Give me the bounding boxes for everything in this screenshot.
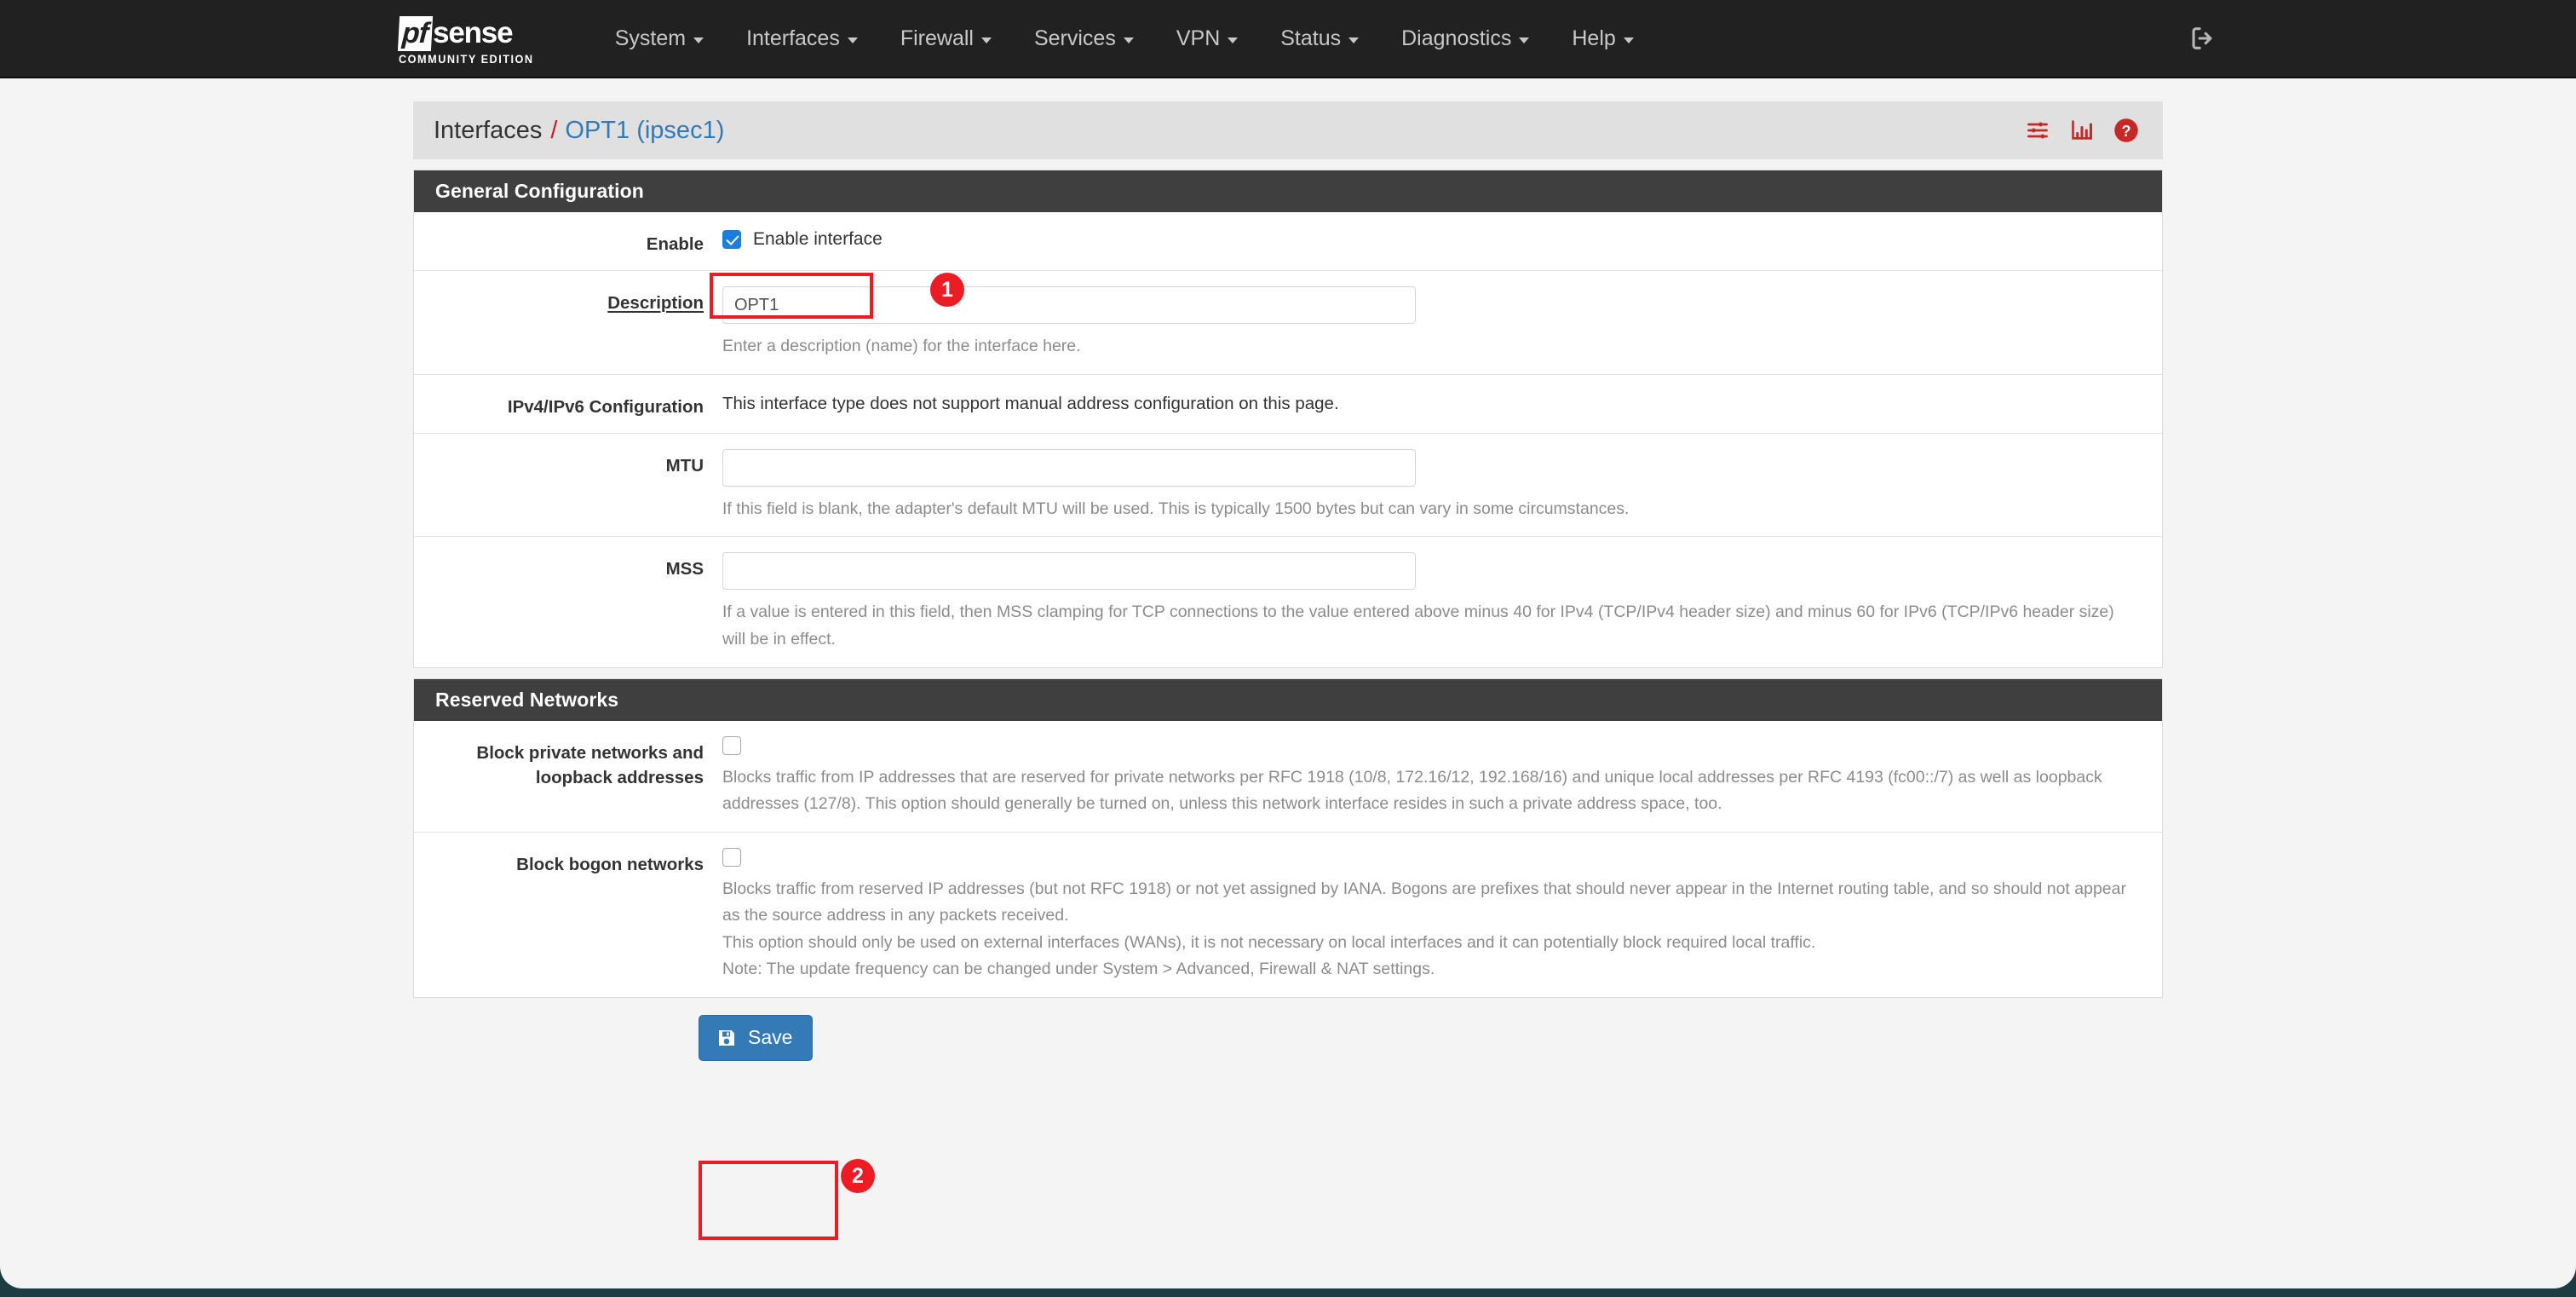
mtu-input[interactable] xyxy=(722,448,1416,487)
top-navigation-bar: pf sense COMMUNITY EDITION System Interf… xyxy=(0,0,2576,78)
sliders-icon[interactable] xyxy=(2025,118,2050,142)
nav-item-help[interactable]: Help xyxy=(1550,26,1654,51)
annotation-badge-2: 2 xyxy=(841,1159,875,1193)
help-mss: If a value is entered in this field, the… xyxy=(722,602,2114,648)
breadcrumb-parent[interactable]: Interfaces xyxy=(434,117,542,145)
form-actions: Save xyxy=(413,1015,2163,1061)
chevron-down-icon xyxy=(1519,37,1530,43)
nav-item-services[interactable]: Services xyxy=(1013,26,1155,51)
nav-item-system[interactable]: System xyxy=(594,26,725,51)
row-ip-configuration: IPv4/IPv6 Configuration This interface t… xyxy=(414,375,2162,434)
breadcrumb-trail: Interfaces / OPT1 (ipsec1) xyxy=(434,117,724,145)
nav-label: System xyxy=(614,26,687,50)
label-enable: Enable xyxy=(646,234,704,254)
annotation-box-2 xyxy=(699,1161,838,1240)
description-input[interactable] xyxy=(722,286,1416,325)
pfsense-logo[interactable]: pf sense COMMUNITY EDITION xyxy=(397,0,543,78)
help-circle-icon[interactable]: ? xyxy=(2113,118,2139,143)
enable-interface-checkbox[interactable] xyxy=(722,230,741,249)
label-mtu: MTU xyxy=(665,455,704,476)
label-block-private: Block private networks and loopback addr… xyxy=(476,742,704,787)
breadcrumb-separator: / xyxy=(550,116,558,144)
field-block-private: Blocks traffic from IP addresses that ar… xyxy=(722,735,2162,818)
svg-text:?: ? xyxy=(2121,123,2130,140)
help-block-bogon-2: This option should only be used on exter… xyxy=(722,932,1816,952)
field-block-bogon: Blocks traffic from reserved IP addresse… xyxy=(722,847,2162,983)
row-mss: MSS If a value is entered in this field,… xyxy=(414,537,2162,666)
nav-item-interfaces[interactable]: Interfaces xyxy=(725,26,879,51)
nav-label: Interfaces xyxy=(746,26,840,50)
ip-configuration-text: This interface type does not support man… xyxy=(722,393,1339,413)
enable-interface-checkbox-row[interactable]: Enable interface xyxy=(722,228,2142,250)
brand-subtitle: COMMUNITY EDITION xyxy=(399,53,534,66)
panel-heading-reserved: Reserved Networks xyxy=(414,678,2162,721)
reserved-networks-panel: Reserved Networks Block private networks… xyxy=(413,677,2163,998)
breadcrumb-current[interactable]: OPT1 (ipsec1) xyxy=(565,117,724,145)
pf-logo-text: sense xyxy=(433,16,513,49)
bar-chart-icon[interactable] xyxy=(2069,118,2095,142)
save-button-label: Save xyxy=(748,1026,793,1048)
help-block-private: Blocks traffic from IP addresses that ar… xyxy=(722,767,2102,814)
panel-heading-general: General Configuration xyxy=(414,170,2162,212)
field-mtu: If this field is blank, the adapter's de… xyxy=(722,448,2162,523)
nav-item-firewall[interactable]: Firewall xyxy=(879,26,1013,51)
pf-logo-mark: pf xyxy=(397,15,434,51)
help-mtu: If this field is blank, the adapter's de… xyxy=(722,499,1630,518)
row-description: Description Enter a description (name) f… xyxy=(414,271,2162,375)
page-content: Interfaces / OPT1 (ipsec1) ? General Con… xyxy=(0,101,2576,1061)
chevron-down-icon xyxy=(693,37,704,43)
field-mss: If a value is entered in this field, the… xyxy=(722,552,2162,653)
chevron-down-icon xyxy=(1623,37,1634,43)
field-description: Enter a description (name) for the inter… xyxy=(722,286,2162,360)
field-ip-configuration: This interface type does not support man… xyxy=(722,390,2162,419)
brand-logo-row: pf sense xyxy=(397,14,543,52)
label-block-bogon: Block bogon networks xyxy=(516,854,704,874)
row-block-bogon: Block bogon networks Blocks traffic from… xyxy=(414,833,2162,997)
help-description: Enter a description (name) for the inter… xyxy=(722,337,1081,356)
chevron-down-icon xyxy=(1123,37,1134,43)
nav-label: VPN xyxy=(1176,26,1221,50)
label-description-text: Description xyxy=(607,293,704,314)
help-block-bogon-3: Note: The update frequency can be change… xyxy=(722,960,1435,979)
chevron-down-icon xyxy=(1348,37,1360,43)
nav-item-diagnostics[interactable]: Diagnostics xyxy=(1380,26,1550,51)
general-configuration-panel: General Configuration Enable Enable inte… xyxy=(413,170,2163,668)
nav-item-vpn[interactable]: VPN xyxy=(1155,26,1259,51)
chevron-down-icon xyxy=(980,37,992,43)
save-button[interactable]: Save xyxy=(699,1015,814,1061)
block-bogon-networks-checkbox[interactable] xyxy=(722,847,741,867)
nav-label: Services xyxy=(1033,26,1116,50)
nav-item-status[interactable]: Status xyxy=(1259,26,1380,51)
field-enable: Enable interface xyxy=(722,228,2162,257)
nav-menu: System Interfaces Firewall Services VPN … xyxy=(594,26,1655,51)
row-enable: Enable Enable interface xyxy=(414,212,2162,272)
label-mss: MSS xyxy=(665,559,704,579)
enable-interface-label: Enable interface xyxy=(753,229,883,249)
chevron-down-icon xyxy=(1228,37,1239,43)
breadcrumb-actions: ? xyxy=(2025,118,2139,143)
help-block-bogon-1: Blocks traffic from reserved IP addresse… xyxy=(722,879,2126,925)
nav-label: Help xyxy=(1572,26,1616,50)
label-description: Description xyxy=(414,286,722,360)
nav-label: Firewall xyxy=(900,26,974,50)
row-block-private: Block private networks and loopback addr… xyxy=(414,721,2162,833)
nav-label: Diagnostics xyxy=(1401,26,1512,50)
chevron-down-icon xyxy=(847,37,858,43)
save-floppy-icon xyxy=(716,1028,737,1048)
row-mtu: MTU If this field is blank, the adapter'… xyxy=(414,434,2162,538)
label-ip-configuration: IPv4/IPv6 Configuration xyxy=(507,396,704,417)
mss-input[interactable] xyxy=(722,552,1416,591)
logout-icon[interactable] xyxy=(2188,24,2217,53)
breadcrumb: Interfaces / OPT1 (ipsec1) ? xyxy=(413,101,2163,159)
browser-window: pf sense COMMUNITY EDITION System Interf… xyxy=(0,0,2576,1288)
nav-label: Status xyxy=(1280,26,1342,50)
block-private-networks-checkbox[interactable] xyxy=(722,735,741,755)
